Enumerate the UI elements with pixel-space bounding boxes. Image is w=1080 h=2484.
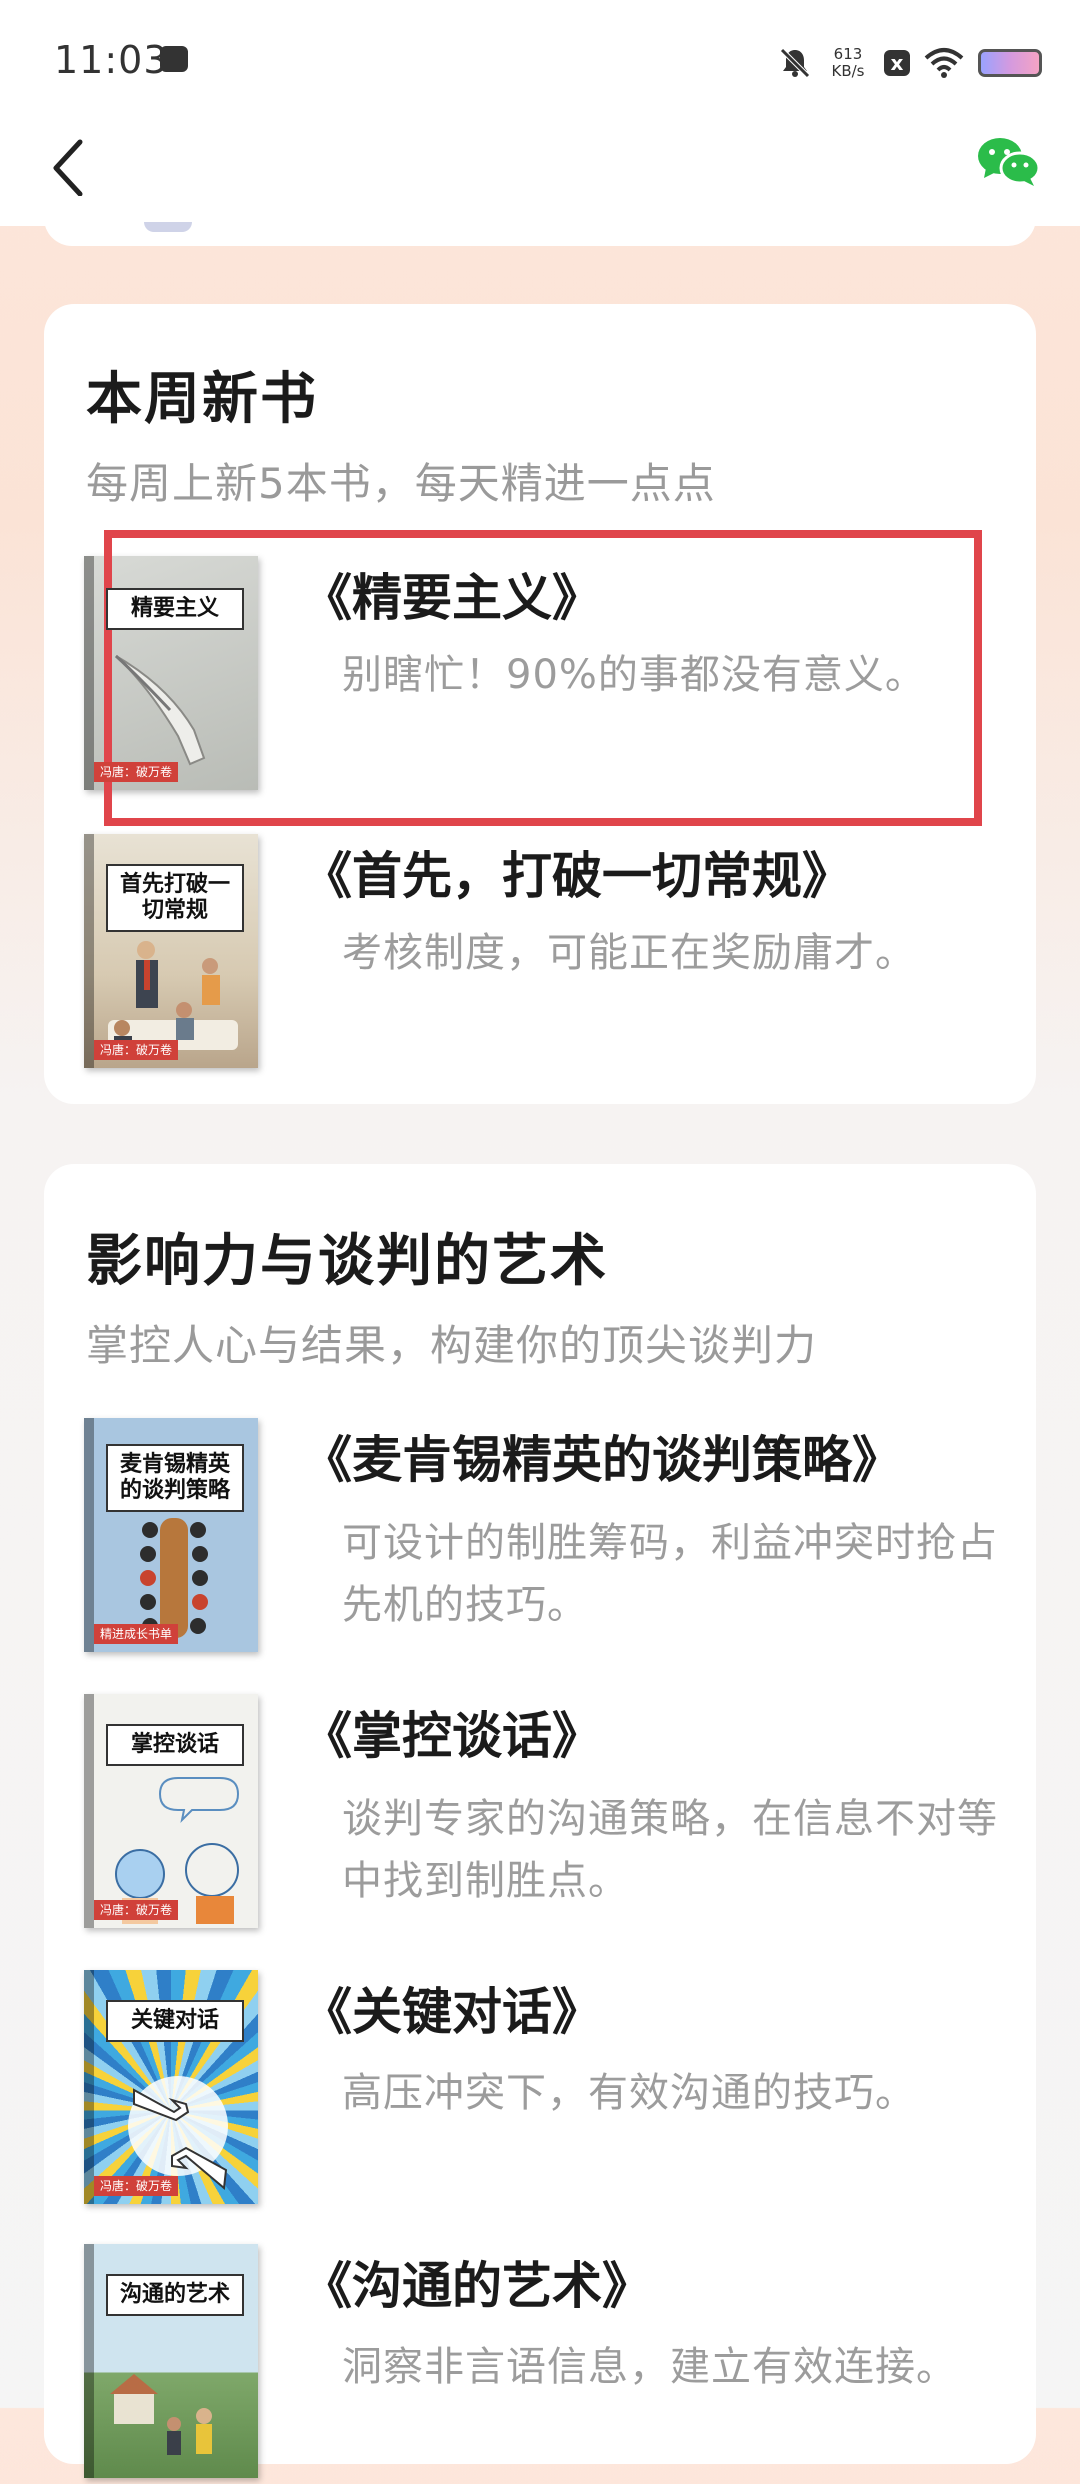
book-item-crucial-conversations[interactable]: 关键对话 冯唐：破万卷 《关键对话》 高压冲突下，有效沟通的技巧。 — [84, 1970, 1024, 2210]
book-title: 《首先，打破一切常规》 — [302, 847, 852, 905]
cover-author-tag: 冯唐：破万卷 — [94, 2176, 179, 2196]
book-cover: 沟通的艺术 — [84, 2244, 258, 2478]
status-bar: 11:03 613 KB/s x — [0, 0, 1080, 126]
book-title: 《精要主义》 — [302, 569, 602, 627]
book-cover: 掌控谈话 冯唐：破万卷 — [84, 1694, 258, 1928]
battery-icon — [978, 49, 1042, 77]
cover-title: 麦肯锡精英的谈判策略 — [106, 1444, 244, 1512]
new-books-card: 本周新书 每周上新5本书，每天精进一点点 精要主义 冯唐：破万卷 《精要主义》 … — [44, 304, 1036, 1104]
network-speed-value: 613 — [833, 45, 863, 63]
section-subtitle: 掌控人心与结果，构建你的顶尖谈判力 — [86, 1321, 818, 1370]
network-speed: 613 KB/s — [826, 46, 870, 80]
book-description: 洞察非言语信息，建立有效连接。 — [342, 2344, 957, 2390]
cover-title: 沟通的艺术 — [106, 2274, 244, 2316]
network-speed-unit: KB/s — [831, 62, 865, 80]
book-description: 高压冲突下，有效沟通的技巧。 — [342, 2070, 916, 2116]
wifi-icon — [924, 48, 964, 78]
cover-author-tag: 冯唐：破万卷 — [94, 1900, 179, 1920]
book-item-mckinsey-negotiation[interactable]: 麦肯锡精英的谈判策略 精进成长书单 《麦肯锡精英的谈判策略》 可设计的制胜筹码，… — [84, 1418, 1024, 1678]
section-title: 本周新书 — [86, 367, 318, 432]
back-button[interactable] — [44, 132, 104, 202]
book-title: 《掌控谈话》 — [302, 1707, 602, 1765]
cover-title: 精要主义 — [106, 588, 244, 630]
cover-author-tag: 冯唐：破万卷 — [94, 762, 179, 782]
book-title: 《关键对话》 — [302, 1983, 602, 2041]
previous-card-bottom — [44, 196, 1036, 246]
knife-illustration — [114, 654, 206, 766]
cover-title: 首先打破一切常规 — [106, 864, 244, 932]
book-item-never-split-the-difference[interactable]: 掌控谈话 冯唐：破万卷 《掌控谈话》 谈判专家的沟通策略，在信息不对等中找到制胜… — [84, 1694, 1024, 1954]
book-cover: 关键对话 冯唐：破万卷 — [84, 1970, 258, 2204]
previous-card-accent — [144, 222, 192, 232]
wechat-share-icon[interactable] — [976, 134, 1040, 190]
influence-negotiation-card: 影响力与谈判的艺术 掌控人心与结果，构建你的顶尖谈判力 麦肯锡精英的谈判策略 精… — [44, 1164, 1036, 2478]
book-title: 《沟通的艺术》 — [302, 2257, 652, 2315]
book-description: 可设计的制胜筹码，利益冲突时抢占先机的技巧。 — [342, 1520, 998, 1628]
cover-author-tag: 冯唐：破万卷 — [94, 1040, 179, 1060]
outdoor-illustration — [110, 2374, 212, 2455]
message-notification-icon — [160, 46, 188, 72]
section-title: 影响力与谈判的艺术 — [86, 1229, 608, 1294]
cover-title: 掌控谈话 — [106, 1724, 244, 1766]
book-description: 别瞎忙！90%的事都没有意义。 — [342, 652, 926, 698]
cover-series-tag: 精进成长书单 — [94, 1624, 179, 1644]
book-item-art-of-communication[interactable]: 沟通的艺术 《沟通的艺术》 洞察非言语信息，建立有效连接。 — [84, 2244, 1024, 2484]
book-cover: 麦肯锡精英的谈判策略 精进成长书单 — [84, 1418, 258, 1652]
book-item-first-break-all-rules[interactable]: 首先打破一切常规 冯唐：破万卷 《首先，打破一切常规》 考核制度，可能正在奖励庸… — [84, 834, 1024, 1070]
cover-title: 关键对话 — [106, 2000, 244, 2042]
book-description: 考核制度，可能正在奖励庸才。 — [342, 930, 916, 976]
status-time: 11:03 — [54, 38, 169, 82]
book-cover: 首先打破一切常规 冯唐：破万卷 — [84, 834, 258, 1068]
book-title: 《麦肯锡精英的谈判策略》 — [302, 1431, 902, 1489]
section-subtitle: 每周上新5本书，每天精进一点点 — [86, 459, 716, 508]
x-app-icon: x — [884, 50, 910, 76]
status-icons: 613 KB/s x — [778, 38, 1042, 88]
book-description: 谈判专家的沟通策略，在信息不对等中找到制胜点。 — [342, 1796, 998, 1904]
bell-mute-icon — [780, 48, 810, 78]
book-item-essentialism[interactable]: 精要主义 冯唐：破万卷 《精要主义》 别瞎忙！90%的事都没有意义。 — [84, 556, 1024, 792]
book-cover: 精要主义 冯唐：破万卷 — [84, 556, 258, 790]
